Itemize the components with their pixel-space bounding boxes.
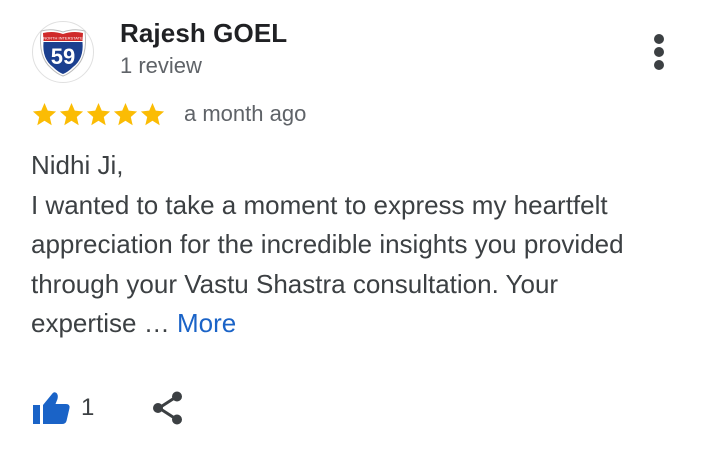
review-line: Nidhi Ji,: [31, 150, 124, 180]
more-link[interactable]: More: [177, 308, 236, 338]
menu-dot: [654, 34, 664, 44]
shield-number: 59: [51, 44, 75, 69]
review-date: a month ago: [184, 101, 307, 126]
thumbs-up-icon: [33, 392, 70, 424]
menu-dot: [654, 47, 664, 57]
review-line-text: expertise …: [31, 308, 170, 339]
review-line: through your Vastu Shastra consultation.…: [31, 268, 559, 299]
star-icon: [32, 102, 57, 125]
review-card: NORTH INTERSTATE 59 Rajesh GOEL 1 review…: [0, 0, 716, 460]
star-icon: [86, 102, 111, 125]
star-icon: [113, 102, 138, 125]
star-icon: [59, 102, 84, 125]
share-icon: [153, 391, 183, 425]
more-vertical-icon[interactable]: [648, 34, 672, 70]
shield-banner-text: NORTH INTERSTATE: [43, 36, 83, 41]
like-count: 1: [81, 394, 95, 421]
review-count[interactable]: 1 review: [120, 53, 202, 79]
reviewer-avatar[interactable]: NORTH INTERSTATE 59: [31, 21, 95, 83]
like-button[interactable]: 1: [31, 390, 94, 426]
star-rating: [31, 101, 166, 128]
rating-row: a month ago: [31, 98, 306, 130]
interstate-shield-icon: NORTH INTERSTATE 59: [32, 21, 94, 83]
share-button[interactable]: [148, 388, 188, 428]
review-line-last: expertise … More: [31, 304, 701, 344]
review-line: appreciation for the incredible insights…: [31, 229, 624, 260]
review-text: Nidhi Ji, I wanted to take a moment to e…: [31, 146, 701, 344]
review-line: I wanted to take a moment to express my …: [31, 189, 608, 220]
menu-dot: [654, 60, 664, 70]
reviewer-name[interactable]: Rajesh GOEL: [120, 18, 287, 49]
review-actions: 1: [31, 388, 188, 428]
star-icon: [140, 102, 165, 125]
